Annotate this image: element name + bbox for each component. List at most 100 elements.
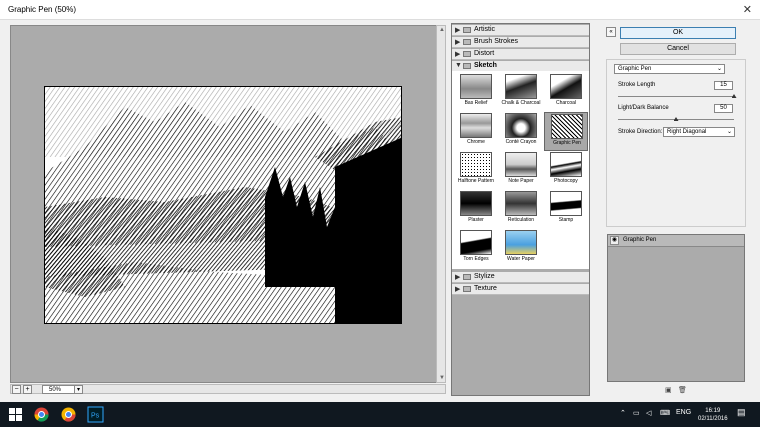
filter-label: Charcoal — [555, 100, 576, 106]
photoshop-icon[interactable]: Ps — [87, 406, 104, 423]
chevron-up-icon[interactable]: ⌃ — [620, 409, 626, 417]
category-label: Distort — [474, 50, 495, 57]
folder-icon — [463, 39, 471, 45]
filter-label: Halftone Pattern — [457, 178, 495, 184]
filter-thumb-graphic-pen[interactable]: Graphic Pen — [544, 112, 588, 151]
chevron-down-icon: ⌄ — [726, 129, 732, 135]
category-distort[interactable]: ▶ Distort — [452, 49, 589, 60]
filter-label: Stamp — [558, 217, 574, 223]
collapse-gallery-icon[interactable]: « — [606, 27, 616, 37]
windows-start-icon[interactable] — [7, 406, 24, 423]
folder-icon — [463, 274, 471, 280]
balance-field[interactable]: 50 — [714, 104, 733, 113]
stroke-length-field[interactable]: 15 — [714, 81, 733, 90]
stroke-length-slider[interactable] — [618, 96, 734, 97]
chevron-right-icon: ▶ — [455, 27, 461, 34]
ok-button[interactable]: OK — [620, 27, 736, 39]
category-brush-strokes[interactable]: ▶ Brush Strokes — [452, 37, 589, 48]
filter-label: Conté Crayon — [505, 139, 537, 145]
filter-thumb-chrome[interactable]: Chrome — [454, 112, 498, 151]
folder-icon — [463, 286, 471, 292]
category-label: Artistic — [474, 26, 495, 33]
svg-text:Ps: Ps — [91, 413, 100, 420]
filter-label: Chalk & Charcoal — [501, 100, 541, 106]
filter-select[interactable]: Graphic Pen ⌄ — [614, 64, 725, 74]
filter-thumb-note-paper[interactable]: Note Paper — [499, 151, 543, 190]
chevron-right-icon: ▶ — [455, 51, 461, 58]
chrome-icon[interactable] — [33, 406, 50, 423]
zoom-controls: − + 50% ▾ — [10, 384, 150, 395]
filter-thumb-chalk-charcoal[interactable]: Chalk & Charcoal — [499, 73, 543, 112]
chrome-icon[interactable] — [60, 406, 77, 423]
category-texture[interactable]: ▶ Texture — [452, 284, 589, 295]
filter-label: Torn Edges — [463, 256, 489, 262]
filter-label: Graphic Pen — [553, 140, 581, 146]
network-icon[interactable]: ▭ — [633, 409, 640, 417]
window-title: Graphic Pen (50%) — [8, 5, 77, 14]
folder-icon — [463, 51, 471, 57]
preview-image — [44, 86, 402, 324]
preview-vertical-scrollbar[interactable]: ▲ ▼ — [436, 25, 446, 383]
filter-thumb-torn-edges[interactable]: Torn Edges — [454, 229, 498, 268]
folder-icon — [463, 63, 471, 69]
chevron-down-icon: ▼ — [455, 62, 462, 69]
filter-label: Bas Relief — [464, 100, 488, 106]
filter-thumb-conte-crayon[interactable]: Conté Crayon — [499, 112, 543, 151]
filter-thumb-plaster[interactable]: Plaster — [454, 190, 498, 229]
chevron-right-icon: ▶ — [455, 286, 461, 293]
filter-select-value: Graphic Pen — [618, 66, 652, 72]
sketch-filter-grid: Bas Relief Chalk & Charcoal Charcoal Chr… — [452, 71, 589, 269]
stroke-direction-label: Stroke Direction: — [618, 129, 663, 135]
filter-thumb-water-paper[interactable]: Water Paper — [499, 229, 543, 268]
chevron-right-icon: ▶ — [455, 274, 461, 281]
minus-icon[interactable]: − — [12, 385, 21, 394]
filter-thumb-stamp[interactable]: Stamp — [544, 190, 588, 229]
keyboard-icon[interactable]: ⌨ — [660, 409, 670, 417]
eye-icon[interactable]: ◉ — [610, 236, 619, 245]
cancel-button[interactable]: Cancel — [620, 43, 736, 55]
filter-label: Note Paper — [508, 178, 534, 184]
stroke-direction-select[interactable]: Right Diagonal ⌄ — [663, 127, 735, 137]
category-label: Texture — [474, 285, 497, 292]
taskbar: Ps ⌃ ▭ ◁ ⌨ ENG 16:19 02/11/2016 ▤ — [0, 402, 760, 427]
title-bar: Graphic Pen (50%) ✕ — [0, 0, 760, 20]
notifications-icon[interactable]: ▤ — [737, 407, 746, 418]
graphic-pen-preview-image — [45, 87, 401, 323]
trash-icon[interactable]: 🗑 — [678, 386, 687, 394]
new-layer-icon[interactable]: ▣ — [665, 386, 672, 394]
zoom-field[interactable]: 50% — [42, 385, 76, 394]
scroll-down-icon[interactable]: ▼ — [439, 375, 445, 381]
volume-icon[interactable]: ◁ — [646, 409, 651, 417]
effect-layer-row[interactable]: ◉ Graphic Pen — [608, 235, 744, 247]
filter-thumb-charcoal[interactable]: Charcoal — [544, 73, 588, 112]
filter-thumb-photocopy[interactable]: Photocopy — [544, 151, 588, 190]
filter-label: Water Paper — [507, 256, 535, 262]
clock[interactable]: 16:19 02/11/2016 — [698, 407, 728, 423]
clock-date: 02/11/2016 — [698, 416, 728, 422]
folder-icon — [463, 27, 471, 33]
filter-thumb-bas-relief[interactable]: Bas Relief — [454, 73, 498, 112]
stroke-direction-value: Right Diagonal — [667, 129, 707, 135]
close-icon[interactable]: ✕ — [743, 3, 752, 16]
stroke-length-label: Stroke Length — [618, 82, 656, 88]
category-label: Brush Strokes — [474, 38, 518, 45]
filter-label: Plaster — [468, 217, 484, 223]
filter-label: Chrome — [467, 139, 485, 145]
category-artistic[interactable]: ▶ Artistic — [452, 25, 589, 36]
effect-layer-label: Graphic Pen — [623, 237, 657, 243]
category-label: Sketch — [474, 62, 497, 69]
clock-time: 16:19 — [705, 408, 721, 414]
category-stylize[interactable]: ▶ Stylize — [452, 272, 589, 283]
chevron-down-icon[interactable]: ▾ — [74, 385, 83, 394]
balance-label: Light/Dark Balance — [618, 105, 669, 111]
plus-icon[interactable]: + — [23, 385, 32, 394]
chevron-down-icon: ⌄ — [716, 66, 722, 72]
filter-thumb-halftone-pattern[interactable]: Halftone Pattern — [454, 151, 498, 190]
filter-label: Reticulation — [507, 217, 535, 223]
filter-thumb-reticulation[interactable]: Reticulation — [499, 190, 543, 229]
category-label: Stylize — [474, 273, 495, 280]
filter-gallery-window: Graphic Pen (50%) ✕ ▲ ▼ − + 50% ▾ ▶ Arti… — [0, 0, 760, 402]
language-indicator[interactable]: ENG — [676, 409, 691, 416]
filter-label: Photocopy — [554, 178, 578, 184]
scroll-up-icon[interactable]: ▲ — [439, 27, 445, 33]
